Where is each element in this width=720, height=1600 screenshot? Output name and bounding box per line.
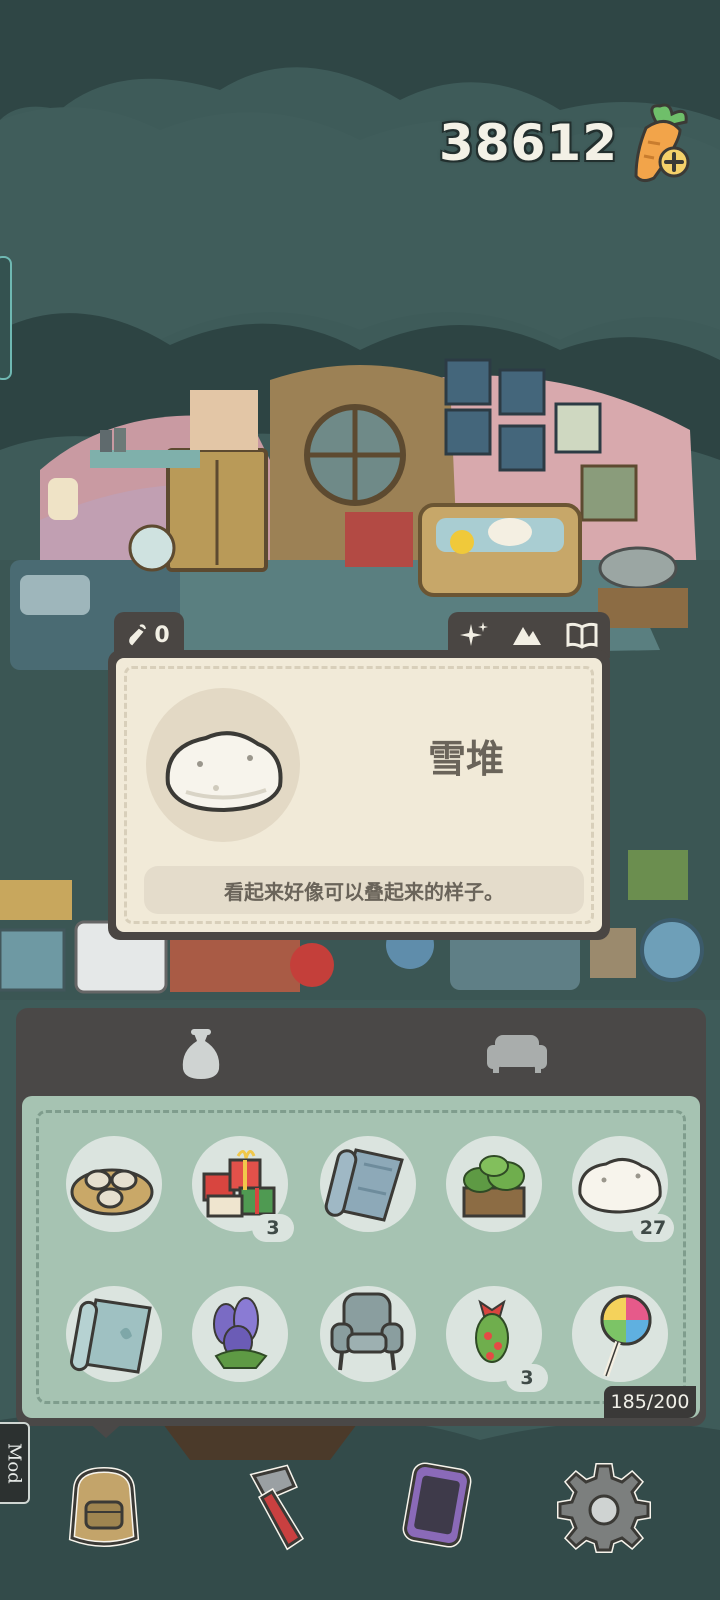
planter-box-icon [462,1155,526,1218]
item-description: 看起来好像可以叠起来的样子。 [144,866,584,914]
inventory-slot[interactable]: 3 [446,1286,548,1392]
phone-icon [402,1462,472,1548]
inventory-slot[interactable] [192,1286,288,1382]
tea-tray-icon [70,1168,154,1216]
settings-button[interactable] [556,1458,652,1554]
inventory-slot[interactable] [66,1136,162,1232]
inventory-capacity: 185/200 [604,1386,696,1418]
hammer-icon [249,1464,305,1551]
item-portrait [146,688,300,842]
inventory-panel: 3 27 3 [16,1008,706,1426]
inventory-slot[interactable] [66,1286,162,1382]
book-icon[interactable] [565,620,599,650]
inventory-slot[interactable]: 27 [572,1136,674,1242]
item-info-card: 雪堆 看起来好像可以叠起来的样子。 [108,650,610,940]
item-price: 0 [154,622,170,648]
inventory-slot[interactable] [572,1286,668,1382]
lollipop-icon [600,1294,652,1377]
item-count: 3 [506,1364,548,1392]
mod-button[interactable]: Mod [0,1422,30,1504]
inventory-pointer [86,1420,126,1438]
item-count: 27 [632,1214,674,1242]
inventory-slot[interactable]: 3 [192,1136,294,1242]
item-count: 3 [252,1214,294,1242]
carrot-count: 38612 [439,114,618,172]
backpack-button[interactable] [56,1458,152,1554]
backpack-icon [68,1466,140,1547]
inventory-slot[interactable] [446,1136,542,1232]
settings-gear-icon [557,1463,651,1553]
rolled-rug-icon [324,1148,404,1222]
side-panel-handle[interactable] [0,256,12,380]
item-name: 雪堆 [427,737,504,781]
carrot-plus-icon[interactable] [626,100,694,186]
inventory-tabs [16,1008,706,1096]
lavender-icon [213,1297,268,1369]
sofa-tab-icon[interactable] [482,1018,552,1088]
phone-button[interactable] [388,1456,484,1552]
bag-tab-icon[interactable] [166,1018,236,1088]
sparkle-icon[interactable] [459,620,489,650]
carrot-currency[interactable]: 38612 [439,100,694,186]
mountain-icon[interactable] [511,621,543,649]
inventory-slot[interactable] [320,1286,416,1382]
inventory-slot[interactable] [320,1136,416,1232]
armchair-icon [330,1292,404,1371]
carrot-icon [129,624,147,646]
snow-pile-icon [165,731,283,813]
leaf-wallpaper-icon [69,1298,152,1374]
build-button[interactable] [224,1458,320,1554]
inventory-grid: 3 27 3 [22,1096,700,1418]
